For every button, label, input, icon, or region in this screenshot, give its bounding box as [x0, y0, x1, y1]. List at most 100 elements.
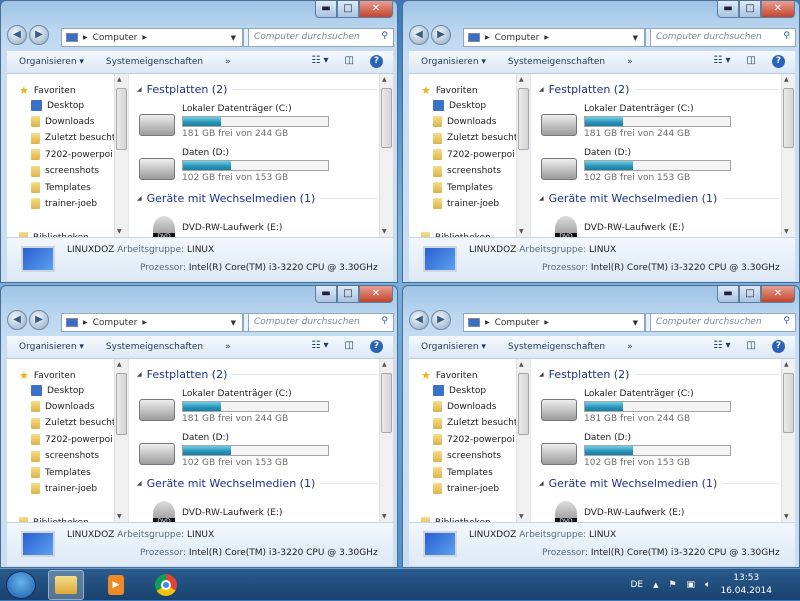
group-removable[interactable]: ◢ Geräte mit Wechselmedien (1)	[137, 192, 377, 205]
drive-item[interactable]: Lokaler Datenträger (C:) 181 GB frei von …	[182, 104, 329, 139]
search-input[interactable]: Computer durchsuchen ⚲	[248, 313, 394, 332]
content-scrollbar[interactable]: ▲ ▼	[781, 74, 795, 237]
more-commands-button[interactable]: »	[627, 342, 633, 352]
sidebar-item[interactable]: Desktop	[433, 100, 486, 111]
change-view-icon[interactable]: ☷ ▾	[713, 55, 730, 68]
group-hard-disks[interactable]: ◢ Festplatten (2)	[137, 368, 377, 381]
dvd-drive[interactable]: DVD-RW-Laufwerk (E:)	[584, 223, 684, 233]
taskbar-chrome-button[interactable]	[148, 570, 184, 600]
sidebar-item[interactable]: Templates	[31, 182, 91, 193]
nav-scrollbar[interactable]: ▲ ▼	[516, 359, 530, 522]
nav-scrollbar[interactable]: ▲ ▼	[516, 74, 530, 237]
address-dropdown-icon[interactable]: ▼	[633, 34, 644, 42]
address-bar[interactable]: ▶ Computer ▶ ▼	[61, 28, 243, 47]
system-properties-button[interactable]: Systemeigenschaften	[106, 57, 203, 67]
minimize-button[interactable]: ▬	[315, 1, 337, 18]
back-button[interactable]: ◀	[409, 25, 429, 45]
group-hard-disks[interactable]: ◢ Festplatten (2)	[137, 83, 377, 96]
help-icon[interactable]: ?	[370, 55, 383, 68]
forward-button[interactable]: ▶	[29, 310, 49, 330]
start-button[interactable]	[6, 571, 36, 599]
breadcrumb-arrow-icon[interactable]: ▶	[142, 34, 147, 41]
back-button[interactable]: ◀	[7, 310, 27, 330]
close-button[interactable]: ✕	[761, 1, 795, 18]
change-view-icon[interactable]: ☷ ▾	[713, 340, 730, 353]
show-hidden-icons[interactable]: ▲	[653, 581, 658, 589]
breadcrumb-computer[interactable]: Computer	[93, 33, 138, 43]
sidebar-item[interactable]: screenshots	[433, 165, 501, 177]
nav-scrollbar[interactable]: ▲ ▼	[114, 359, 128, 522]
maximize-button[interactable]: □	[337, 286, 359, 303]
sidebar-favorites[interactable]: ★ Favoriten	[421, 84, 478, 97]
sidebar-item[interactable]: Desktop	[31, 100, 84, 111]
system-properties-button[interactable]: Systemeigenschaften	[508, 342, 605, 352]
volume-icon[interactable]: 🔈︎	[705, 580, 710, 590]
taskbar-media-player-button[interactable]: ▶	[98, 570, 134, 600]
sidebar-item[interactable]: Downloads	[433, 401, 496, 413]
preview-pane-icon[interactable]: ◫	[747, 55, 756, 68]
language-indicator[interactable]: DE	[630, 580, 643, 590]
organize-button[interactable]: Organisieren ▾	[19, 342, 84, 352]
change-view-icon[interactable]: ☷ ▾	[311, 340, 328, 353]
maximize-button[interactable]: □	[337, 1, 359, 18]
breadcrumb-arrow-icon[interactable]: ▶	[544, 34, 549, 41]
sidebar-item[interactable]: 7202-powerpoi	[433, 149, 515, 161]
search-input[interactable]: Computer durchsuchen ⚲	[248, 28, 394, 47]
organize-button[interactable]: Organisieren ▾	[421, 57, 486, 67]
clock[interactable]: 13:53 16.04.2014	[720, 572, 772, 598]
group-removable[interactable]: ◢ Geräte mit Wechselmedien (1)	[539, 192, 779, 205]
drive-item[interactable]: Daten (D:) 102 GB frei von 153 GB	[182, 433, 329, 468]
group-hard-disks[interactable]: ◢ Festplatten (2)	[539, 368, 779, 381]
maximize-button[interactable]: □	[739, 1, 761, 18]
sidebar-item[interactable]: 7202-powerpoi	[31, 149, 113, 161]
group-hard-disks[interactable]: ◢ Festplatten (2)	[539, 83, 779, 96]
sidebar-item[interactable]: Zuletzt besucht	[31, 417, 115, 429]
drive-item[interactable]: Daten (D:) 102 GB frei von 153 GB	[584, 148, 731, 183]
sidebar-item[interactable]: Templates	[433, 182, 493, 193]
dvd-drive[interactable]: DVD-RW-Laufwerk (E:)	[182, 508, 282, 518]
sidebar-item[interactable]: trainer-joeb	[433, 483, 499, 495]
organize-button[interactable]: Organisieren ▾	[421, 342, 486, 352]
sidebar-item[interactable]: 7202-powerpoi	[31, 434, 113, 446]
search-icon[interactable]: ⚲	[381, 31, 388, 41]
help-icon[interactable]: ?	[370, 340, 383, 353]
help-icon[interactable]: ?	[772, 55, 785, 68]
sidebar-item[interactable]: Desktop	[433, 385, 486, 396]
system-properties-button[interactable]: Systemeigenschaften	[508, 57, 605, 67]
preview-pane-icon[interactable]: ◫	[345, 340, 354, 353]
change-view-icon[interactable]: ☷ ▾	[311, 55, 328, 68]
network-icon[interactable]: ▣	[687, 580, 696, 590]
drive-item[interactable]: Lokaler Datenträger (C:) 181 GB frei von …	[182, 389, 329, 424]
sidebar-item[interactable]: screenshots	[433, 450, 501, 462]
help-icon[interactable]: ?	[772, 340, 785, 353]
forward-button[interactable]: ▶	[431, 310, 451, 330]
address-bar[interactable]: ▶ Computer ▶ ▼	[463, 313, 645, 332]
close-button[interactable]: ✕	[359, 286, 393, 303]
sidebar-favorites[interactable]: ★ Favoriten	[19, 369, 76, 382]
search-input[interactable]: Computer durchsuchen ⚲	[650, 313, 796, 332]
address-bar[interactable]: ▶ Computer ▶ ▼	[463, 28, 645, 47]
sidebar-item[interactable]: Templates	[433, 467, 493, 478]
search-icon[interactable]: ⚲	[381, 316, 388, 326]
nav-scrollbar[interactable]: ▲ ▼	[114, 74, 128, 237]
dvd-drive[interactable]: DVD-RW-Laufwerk (E:)	[584, 508, 684, 518]
sidebar-item[interactable]: screenshots	[31, 165, 99, 177]
group-removable[interactable]: ◢ Geräte mit Wechselmedien (1)	[539, 477, 779, 490]
search-input[interactable]: Computer durchsuchen ⚲	[650, 28, 796, 47]
breadcrumb-arrow-icon[interactable]: ▶	[142, 319, 147, 326]
content-scrollbar[interactable]: ▲ ▼	[379, 359, 393, 522]
address-dropdown-icon[interactable]: ▼	[231, 34, 242, 42]
search-icon[interactable]: ⚲	[783, 31, 790, 41]
group-removable[interactable]: ◢ Geräte mit Wechselmedien (1)	[137, 477, 377, 490]
close-button[interactable]: ✕	[761, 286, 795, 303]
back-button[interactable]: ◀	[7, 25, 27, 45]
address-dropdown-icon[interactable]: ▼	[231, 319, 242, 327]
breadcrumb-arrow-icon[interactable]: ▶	[544, 319, 549, 326]
sidebar-item[interactable]: Templates	[31, 467, 91, 478]
minimize-button[interactable]: ▬	[717, 286, 739, 303]
breadcrumb-computer[interactable]: Computer	[495, 33, 540, 43]
content-scrollbar[interactable]: ▲ ▼	[781, 359, 795, 522]
sidebar-item[interactable]: screenshots	[31, 450, 99, 462]
more-commands-button[interactable]: »	[627, 57, 633, 67]
forward-button[interactable]: ▶	[29, 25, 49, 45]
